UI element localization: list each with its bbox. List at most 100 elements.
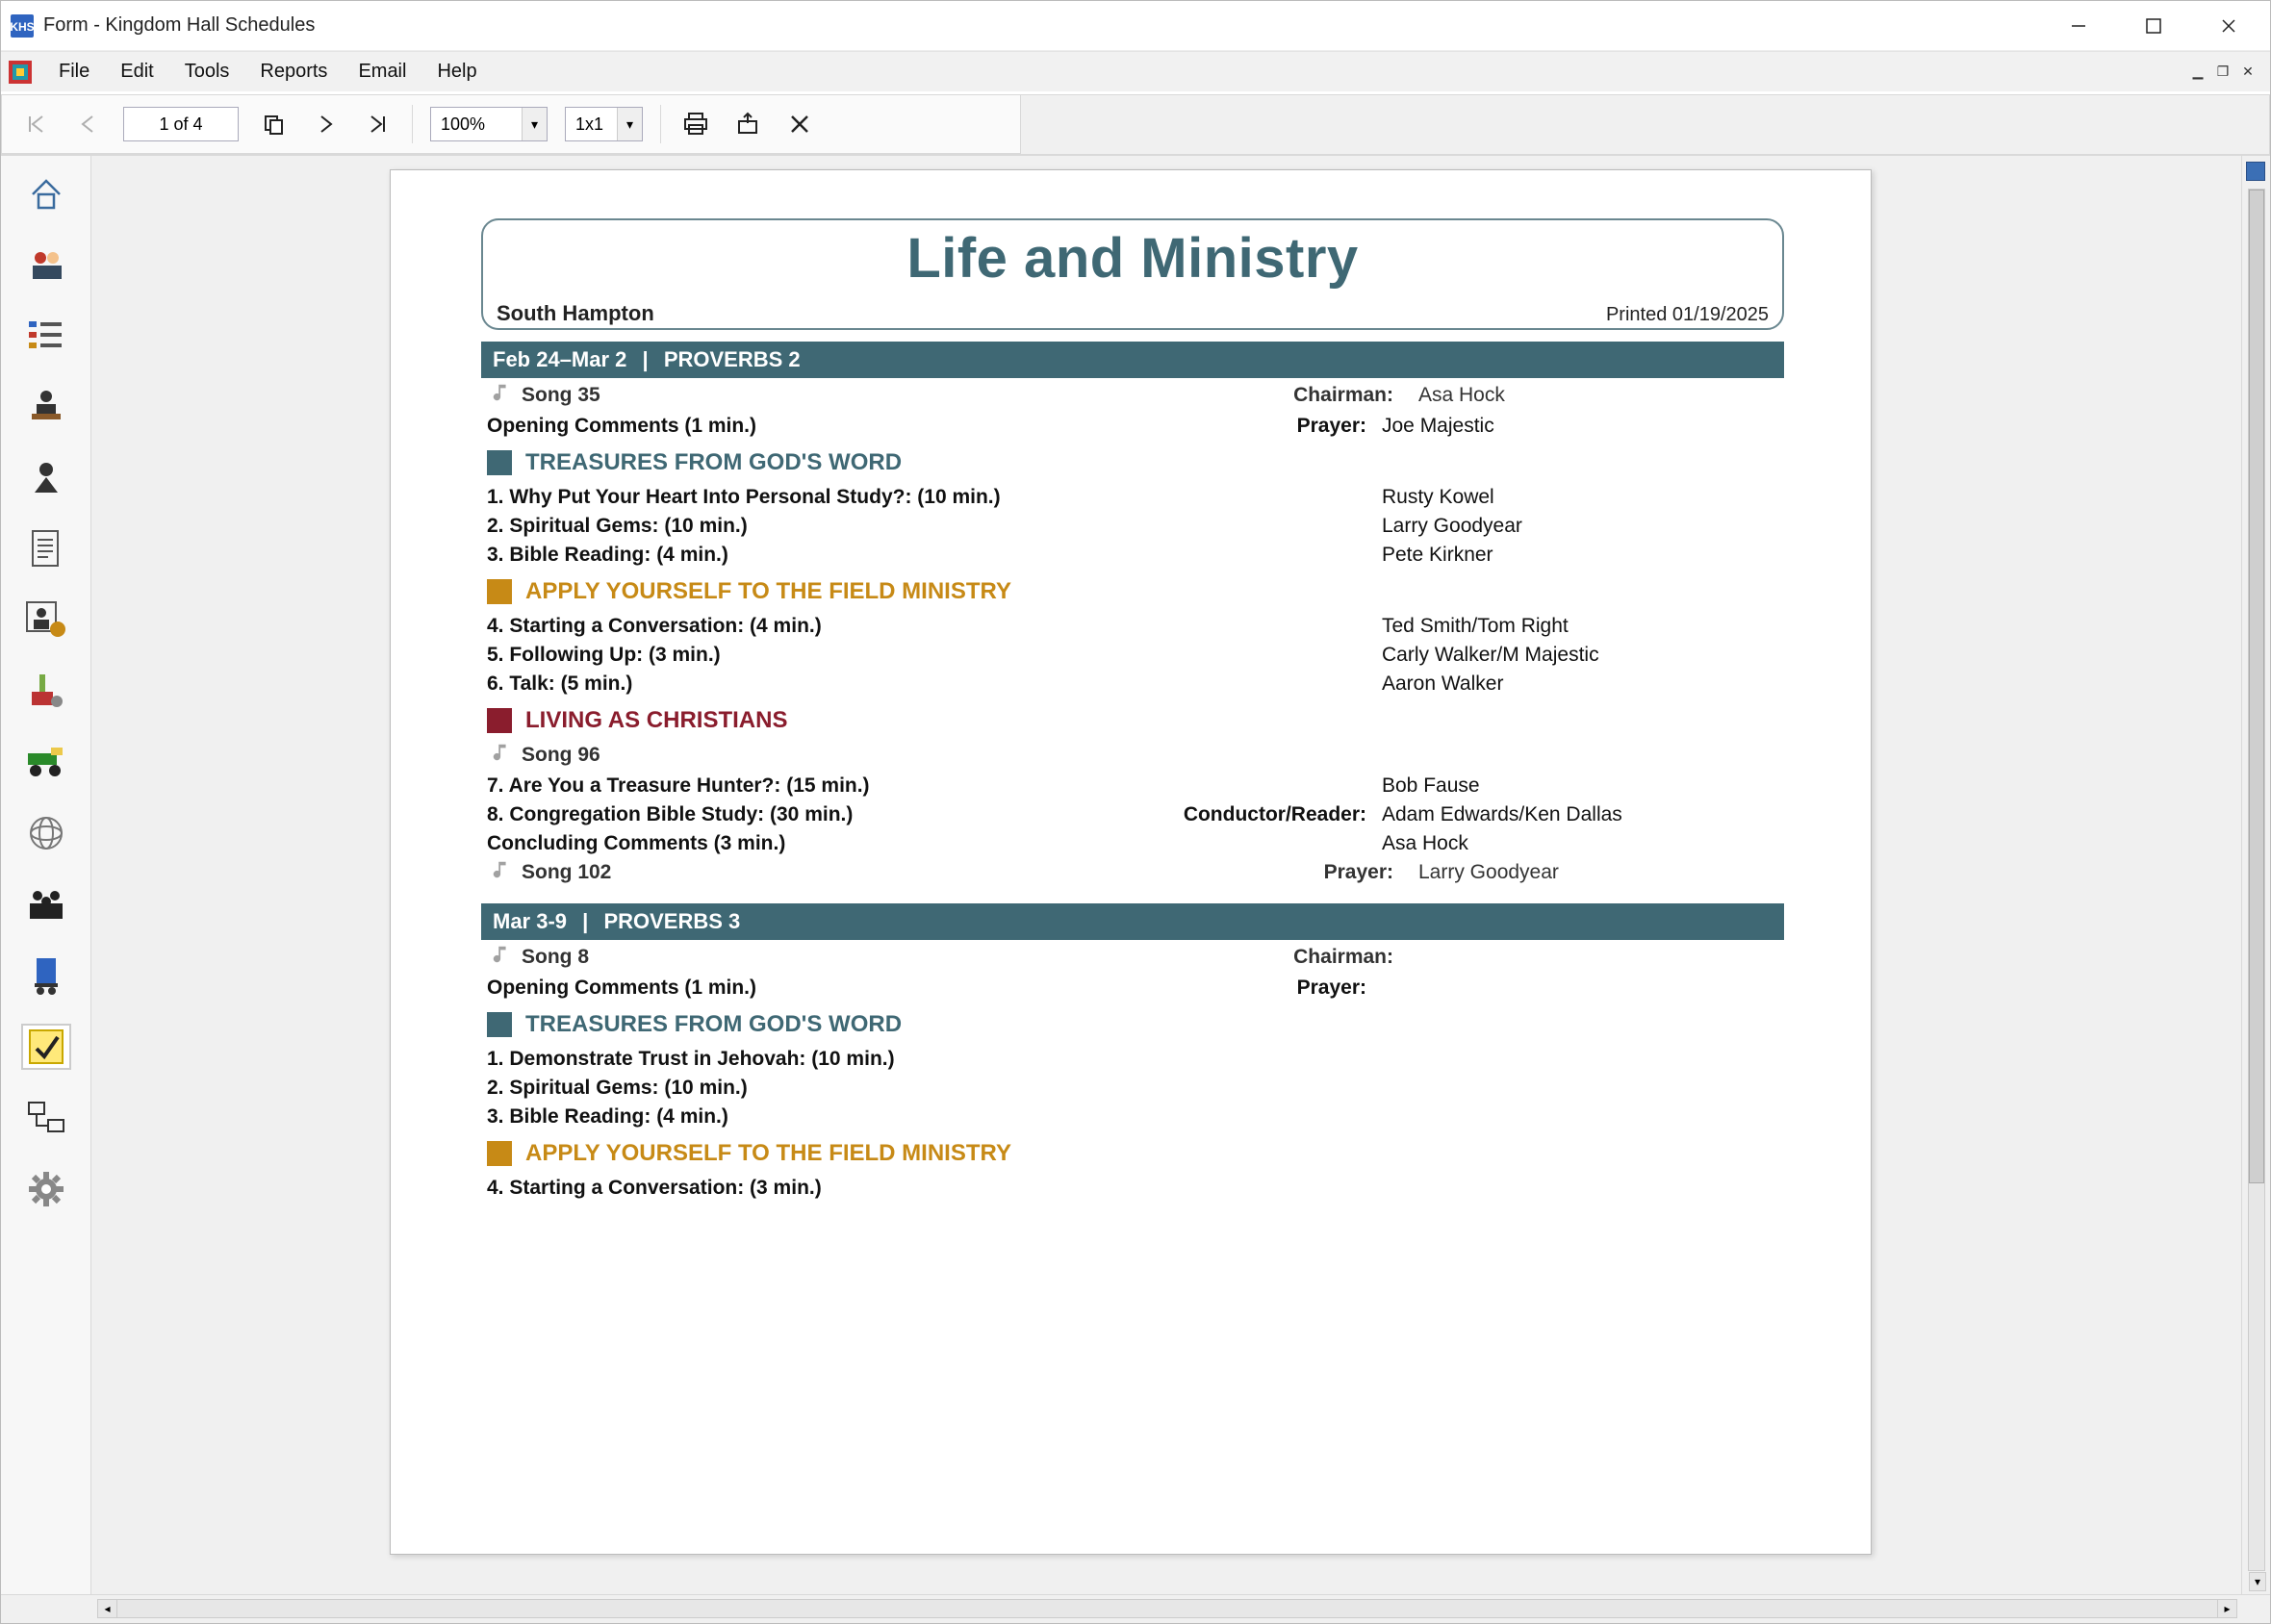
menu-reports[interactable]: Reports — [244, 55, 343, 89]
part-title: 4. Starting a Conversation: (3 min.) — [487, 1177, 1122, 1200]
treasures-heading: TREASURES FROM GOD'S WORD — [525, 449, 902, 476]
section-square-icon — [487, 1141, 512, 1166]
prayer-label: Prayer: — [1122, 415, 1382, 438]
part-title: 2. Spiritual Gems: (10 min.) — [487, 1077, 1122, 1100]
toolbar-spacer — [1021, 94, 2270, 154]
scroll-left-icon[interactable]: ◂ — [98, 1600, 117, 1617]
last-page-button[interactable] — [360, 107, 395, 141]
chairman-label: Chairman: — [1149, 946, 1409, 969]
prayer-label: Prayer: — [1149, 861, 1409, 884]
mdi-close-icon[interactable]: ✕ — [2237, 62, 2258, 83]
people-icon[interactable] — [21, 241, 71, 287]
part-title: 2. Spiritual Gems: (10 min.) — [487, 515, 1122, 538]
print-button[interactable] — [678, 107, 713, 141]
export-button[interactable] — [730, 107, 765, 141]
part-person: Pete Kirkner — [1382, 544, 1784, 567]
mdi-minimize-icon[interactable]: ▁ — [2187, 62, 2208, 83]
menu-edit[interactable]: Edit — [105, 55, 168, 89]
home-icon[interactable] — [21, 169, 71, 216]
opening-prayer-name: Joe Majestic — [1382, 415, 1784, 438]
preview-area[interactable]: Life and Ministry South Hampton Printed … — [91, 156, 2270, 1594]
part-person: Carly Walker/M Majestic — [1382, 644, 1784, 667]
checkmark-icon[interactable] — [21, 1024, 71, 1070]
close-preview-button[interactable] — [782, 107, 817, 141]
mdi-restore-icon[interactable]: ❐ — [2212, 62, 2233, 83]
section-square-icon — [487, 708, 512, 733]
part-title: 7. Are You a Treasure Hunter?: (15 min.) — [487, 774, 1122, 798]
mdi-controls: ▁ ❐ ✕ — [2187, 62, 2264, 83]
group-icon[interactable] — [21, 881, 71, 927]
chevron-down-icon[interactable]: ▾ — [522, 108, 547, 140]
assign-person-icon[interactable] — [21, 596, 71, 643]
part-person — [1382, 1105, 1784, 1129]
part-title: 5. Following Up: (3 min.) — [487, 644, 1122, 667]
music-note-icon — [491, 859, 512, 886]
part-person: Larry Goodyear — [1382, 515, 1784, 538]
mdi-app-icon[interactable] — [7, 59, 34, 86]
menu-email[interactable]: Email — [343, 55, 421, 89]
menu-help[interactable]: Help — [421, 55, 492, 89]
app-icon: KHS — [9, 13, 36, 39]
section-square-icon — [487, 579, 512, 604]
first-page-button[interactable] — [19, 107, 54, 141]
gear-icon[interactable] — [21, 1166, 71, 1212]
part-role — [1122, 774, 1382, 798]
chevron-down-icon[interactable]: ▾ — [617, 108, 642, 140]
titlebar: KHS Form - Kingdom Hall Schedules — [1, 1, 2270, 51]
menu-file[interactable]: File — [43, 55, 105, 89]
week-header: Feb 24–Mar 2 | PROVERBS 2 — [481, 342, 1784, 378]
music-note-icon — [491, 742, 512, 769]
part-title: 3. Bible Reading: (4 min.) — [487, 1105, 1122, 1129]
part-person — [1382, 1077, 1784, 1100]
close-button[interactable] — [2191, 1, 2266, 51]
part-title: 1. Demonstrate Trust in Jehovah: (10 min… — [487, 1048, 1122, 1071]
prev-page-button[interactable] — [71, 107, 106, 141]
week-header: Mar 3-9 | PROVERBS 3 — [481, 903, 1784, 940]
printed-date: Printed 01/19/2025 — [1606, 304, 1769, 326]
prayer-label: Prayer: — [1122, 977, 1382, 1000]
copy-button[interactable] — [256, 107, 291, 141]
menu-tools[interactable]: Tools — [169, 55, 245, 89]
section-square-icon — [487, 450, 512, 475]
scroll-down-icon[interactable]: ▾ — [2249, 1572, 2266, 1591]
preview-toolbar: 1 of 4 100% ▾ 1x1 ▾ — [1, 94, 1021, 154]
left-nav-rail — [1, 156, 91, 1594]
minimize-button[interactable] — [2041, 1, 2116, 51]
part-title: 6. Talk: (5 min.) — [487, 672, 1122, 696]
concluding-person: Asa Hock — [1382, 832, 1784, 855]
person-suit-icon[interactable] — [21, 454, 71, 500]
separator: | — [573, 909, 598, 933]
maximize-button[interactable] — [2116, 1, 2191, 51]
page-number-input[interactable]: 1 of 4 — [123, 107, 239, 141]
part-title: 1. Why Put Your Heart Into Personal Stud… — [487, 486, 1122, 509]
zoom-select[interactable]: 100% ▾ — [430, 107, 548, 141]
horizontal-scrollbar[interactable]: ◂ ▸ — [97, 1599, 2237, 1618]
window-controls — [2041, 1, 2266, 51]
part-title: 4. Starting a Conversation: (4 min.) — [487, 615, 1122, 638]
concluding-label: Concluding Comments (3 min.) — [487, 832, 1122, 855]
vertical-scrollbar[interactable]: ▾ — [2248, 189, 2265, 1571]
living-heading: LIVING AS CHRISTIANS — [525, 707, 787, 734]
chairman-name: Asa Hock — [1418, 384, 1784, 407]
next-page-button[interactable] — [308, 107, 343, 141]
pin-icon[interactable] — [2246, 162, 2265, 181]
opening-song: Song 35 — [522, 384, 600, 407]
part-person: Rusty Kowel — [1382, 486, 1784, 509]
part-person: Adam Edwards/Ken Dallas — [1382, 803, 1784, 826]
globe-icon[interactable] — [21, 810, 71, 856]
network-icon[interactable] — [21, 1095, 71, 1141]
part-person — [1382, 1177, 1784, 1200]
cleaning-icon[interactable] — [21, 668, 71, 714]
scrollbar-thumb[interactable] — [2249, 190, 2264, 1183]
cart-icon[interactable] — [21, 952, 71, 999]
schedule-list-icon[interactable] — [21, 312, 71, 358]
document-icon[interactable] — [21, 525, 71, 571]
section-square-icon — [487, 1012, 512, 1037]
scroll-right-icon[interactable]: ▸ — [2217, 1600, 2236, 1617]
layout-select[interactable]: 1x1 ▾ — [565, 107, 643, 141]
report-title: Life and Ministry — [497, 226, 1769, 291]
speaker-podium-icon[interactable] — [21, 383, 71, 429]
layout-value: 1x1 — [566, 114, 613, 135]
part-person — [1382, 1048, 1784, 1071]
mower-icon[interactable] — [21, 739, 71, 785]
